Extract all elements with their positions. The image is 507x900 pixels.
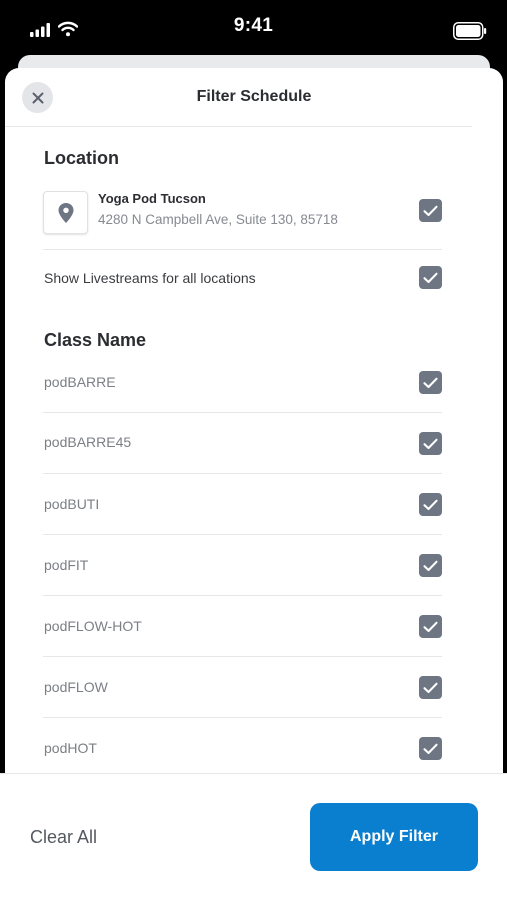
checkmark-icon xyxy=(423,205,438,216)
divider xyxy=(43,412,442,413)
checkmark-icon xyxy=(423,272,438,283)
status-time: 9:41 xyxy=(233,15,274,36)
location-address: 4280 N Campbell Ave, Suite 130, 85718 xyxy=(98,212,338,227)
checkmark-icon xyxy=(423,377,438,388)
checkmark-icon xyxy=(423,621,438,632)
class-checkbox-podflow-hot[interactable] xyxy=(419,615,442,638)
checkmark-icon xyxy=(423,438,438,449)
livestream-toggle-label: Show Livestreams for all locations xyxy=(44,270,256,286)
class-checkbox-podhot[interactable] xyxy=(419,737,442,760)
header-divider xyxy=(5,126,472,127)
checkmark-icon xyxy=(423,560,438,571)
class-item-label[interactable]: podHOT xyxy=(44,740,97,756)
battery-icon xyxy=(453,22,487,40)
divider xyxy=(43,473,442,474)
class-section-title: Class Name xyxy=(44,330,147,350)
footer-bar: Clear All Apply Filter xyxy=(0,773,507,900)
checkmark-icon xyxy=(423,682,438,693)
class-checkbox-podbarre[interactable] xyxy=(419,371,442,394)
clear-all-button[interactable]: Clear All xyxy=(30,827,97,848)
class-item-label[interactable]: podFLOW xyxy=(44,679,108,695)
class-checkbox-podbuti[interactable] xyxy=(419,493,442,516)
divider xyxy=(43,595,442,596)
status-bar: 9:41 xyxy=(0,0,507,56)
divider xyxy=(43,534,442,535)
divider xyxy=(43,656,442,657)
checkmark-icon xyxy=(423,499,438,510)
location-section-title: Location xyxy=(44,148,119,168)
checkmark-icon xyxy=(423,743,438,754)
class-item-label[interactable]: podBARRE45 xyxy=(44,434,131,450)
location-name: Yoga Pod Tucson xyxy=(98,191,206,206)
divider xyxy=(43,717,442,718)
page-title: Filter Schedule xyxy=(196,88,312,105)
sheet-header: Filter Schedule xyxy=(5,68,503,127)
class-item-label[interactable]: podBARRE xyxy=(44,374,116,390)
location-pin-box xyxy=(43,191,88,234)
apply-filter-button[interactable]: Apply Filter xyxy=(310,803,478,871)
location-row[interactable]: Yoga Pod Tucson 4280 N Campbell Ave, Sui… xyxy=(43,189,443,249)
location-checkbox[interactable] xyxy=(419,199,442,222)
class-checkbox-podfit[interactable] xyxy=(419,554,442,577)
livestream-checkbox[interactable] xyxy=(419,266,442,289)
divider xyxy=(43,249,442,250)
class-checkbox-podbarre45[interactable] xyxy=(419,432,442,455)
class-checkbox-podflow[interactable] xyxy=(419,676,442,699)
apply-filter-label: Apply Filter xyxy=(349,828,438,845)
class-item-label[interactable]: podFIT xyxy=(44,557,88,573)
class-item-label[interactable]: podBUTI xyxy=(44,496,99,512)
class-item-label[interactable]: podFLOW-HOT xyxy=(44,618,142,634)
location-pin-icon xyxy=(58,202,73,223)
